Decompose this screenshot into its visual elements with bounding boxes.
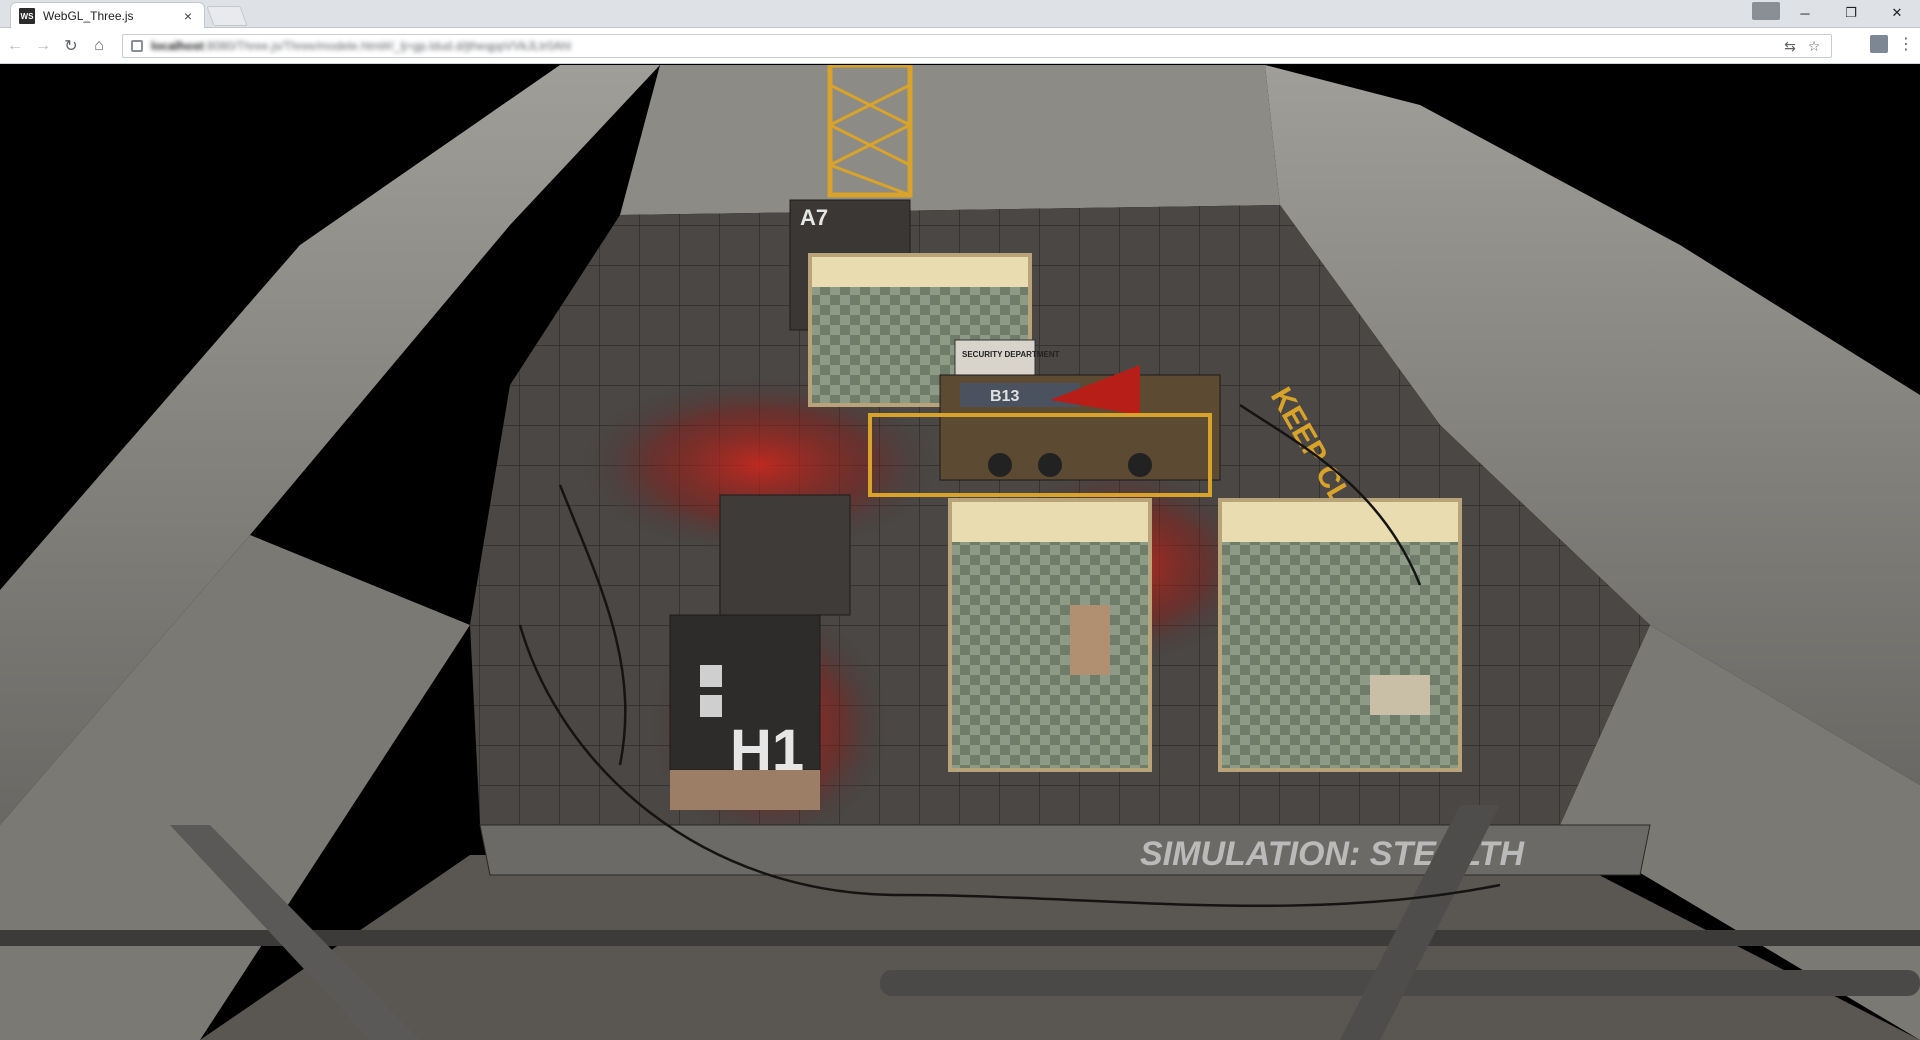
label-b13: B13 (990, 388, 1019, 405)
right-room (1218, 498, 1462, 772)
forward-button[interactable]: → (30, 33, 56, 59)
tab-active[interactable]: WS WebGL_Three.js × (10, 2, 205, 29)
toolbar-extensions: ⋮ (1870, 34, 1914, 54)
window-controls: ─ ❐ ✕ (1782, 0, 1920, 26)
address-bar[interactable]: localhost:8080/Three.js/Three/modele.htm… (122, 34, 1832, 58)
bookmark-star-icon[interactable]: ☆ (1805, 37, 1823, 55)
extension-icon[interactable] (1870, 35, 1888, 53)
back-button[interactable]: ← (2, 33, 28, 59)
new-tab-button[interactable] (206, 6, 248, 26)
middle-room (948, 498, 1152, 772)
restore-button[interactable]: ❐ (1828, 0, 1874, 26)
close-window-button[interactable]: ✕ (1874, 0, 1920, 26)
tab-close-icon[interactable]: × (180, 8, 196, 24)
home-button[interactable]: ⌂ (86, 33, 112, 59)
browser-toolbar: ← → ↻ ⌂ localhost:8080/Three.js/Three/mo… (0, 28, 1920, 64)
profile-avatar-icon[interactable] (1752, 2, 1780, 20)
minimize-button[interactable]: ─ (1782, 0, 1828, 26)
url-host: localhost (151, 39, 204, 53)
webgl-canvas[interactable]: A7 SECURITY DEPARTMENT B13 KEEP CLEA H1 … (0, 65, 1920, 1040)
scene-render: A7 SECURITY DEPARTMENT B13 KEEP CLEA H1 … (0, 65, 1920, 1040)
label-h1: H1 (730, 718, 804, 783)
url-path: :8080/Three.js/Three/modele.html#/_lj=gp… (203, 39, 571, 53)
omnibox-actions: ⇆ ☆ (1781, 37, 1823, 55)
translate-icon[interactable]: ⇆ (1781, 37, 1799, 55)
tab-strip: WS WebGL_Three.js × ─ ❐ ✕ (0, 0, 1920, 29)
label-security: SECURITY DEPARTMENT (962, 350, 1060, 359)
label-a7: A7 (800, 205, 828, 230)
url-text: localhost:8080/Three.js/Three/modele.htm… (151, 39, 571, 53)
tab-title: WebGL_Three.js (43, 9, 134, 23)
browser-window: WS WebGL_Three.js × ─ ❐ ✕ ← → ↻ ⌂ localh… (0, 0, 1920, 1040)
reload-button[interactable]: ↻ (58, 33, 84, 59)
browser-menu-icon[interactable]: ⋮ (1898, 34, 1914, 54)
favicon-icon: WS (19, 8, 35, 24)
page-info-icon[interactable] (131, 40, 143, 52)
outer-wall-back (620, 65, 1280, 215)
